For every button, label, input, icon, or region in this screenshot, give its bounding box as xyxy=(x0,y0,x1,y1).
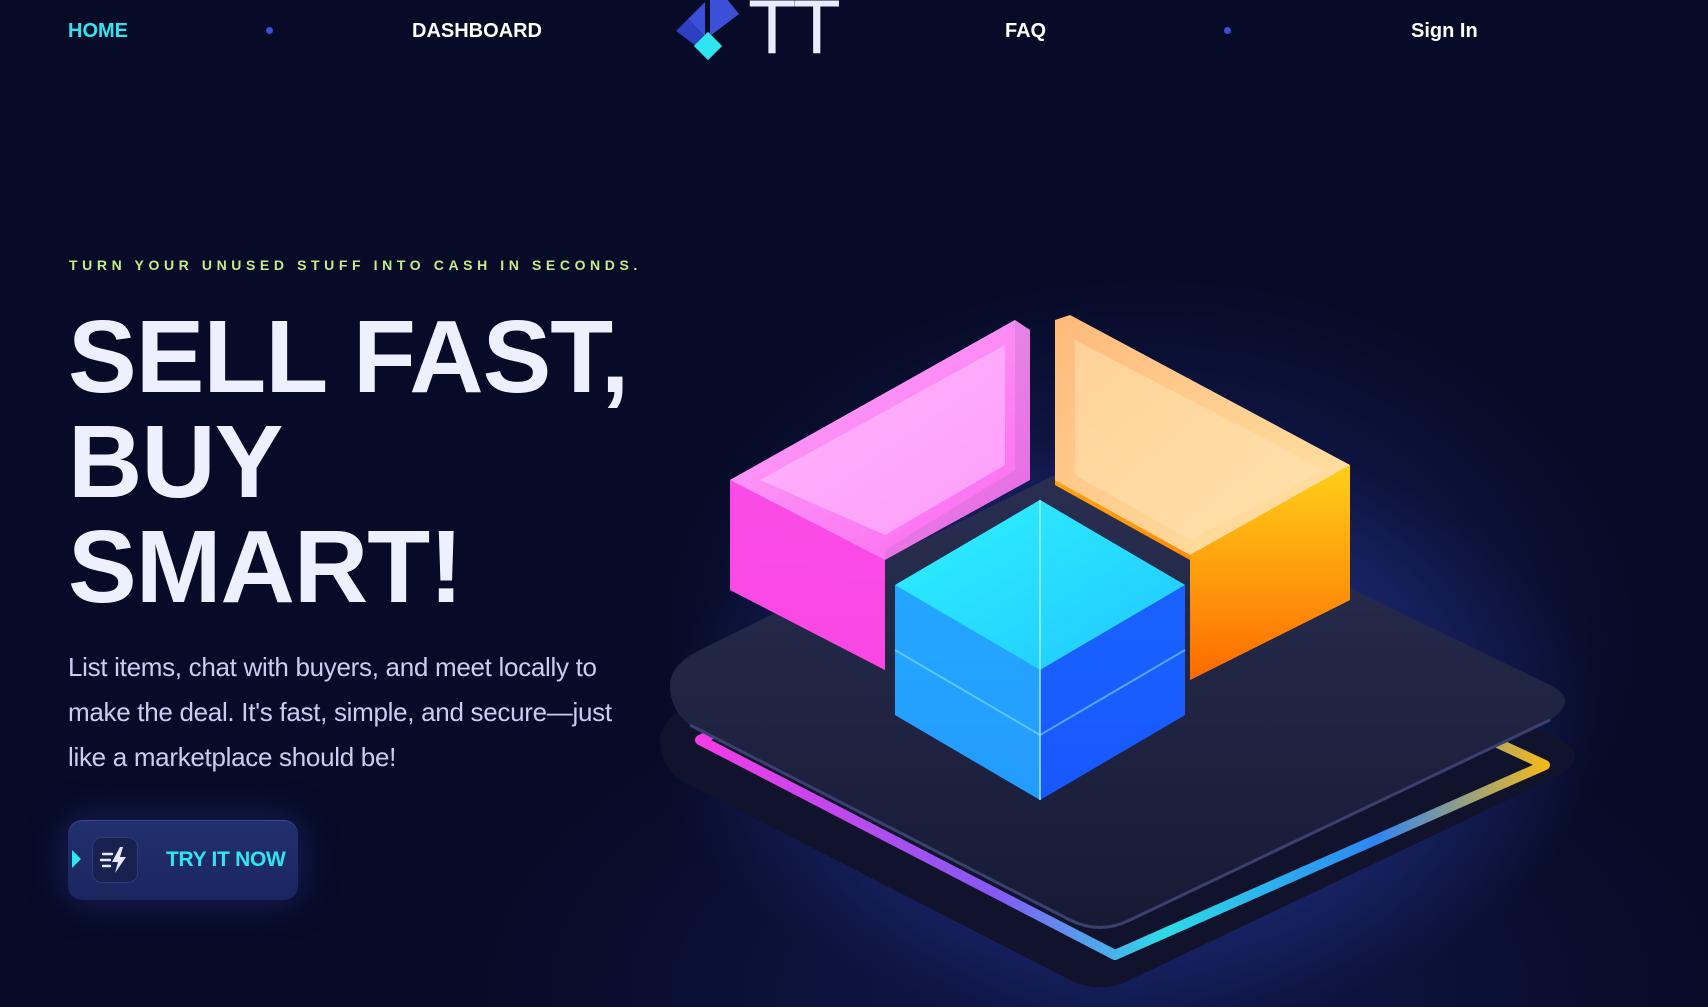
logo-text: TT xyxy=(750,0,841,70)
hero-description: List items, chat with buyers, and meet l… xyxy=(68,652,612,772)
headline-line: SELL FAST, xyxy=(68,299,629,414)
nav-separator-dot xyxy=(1224,27,1231,34)
cta-label: TRY IT NOW xyxy=(166,848,286,871)
nav-home-link[interactable]: HOME xyxy=(68,20,128,43)
nav-dashboard-link[interactable]: DASHBOARD xyxy=(412,20,542,43)
landing-page: HOME DASHBOARD TT FAQ Sign In TURN YOUR … xyxy=(0,0,1708,1007)
hero-blocks-illustration xyxy=(660,315,1600,1007)
nav-separator-dot xyxy=(266,27,273,34)
hero-headline: SELL FAST, BUY SMART! xyxy=(68,299,629,624)
hero-eyebrow: TURN YOUR UNUSED STUFF INTO CASH IN SECO… xyxy=(69,257,642,273)
play-arrow-icon xyxy=(72,850,81,868)
try-it-now-button[interactable]: TRY IT NOW xyxy=(68,820,298,900)
headline-line: BUY xyxy=(68,404,283,519)
logo-mark-icon xyxy=(676,0,739,61)
nav-faq-link[interactable]: FAQ xyxy=(1005,20,1046,43)
brand-logo[interactable]: TT xyxy=(668,0,848,66)
headline-line: SMART! xyxy=(68,509,463,624)
nav-sign-in-link[interactable]: Sign In xyxy=(1411,20,1478,43)
lightning-speed-icon xyxy=(92,837,138,883)
